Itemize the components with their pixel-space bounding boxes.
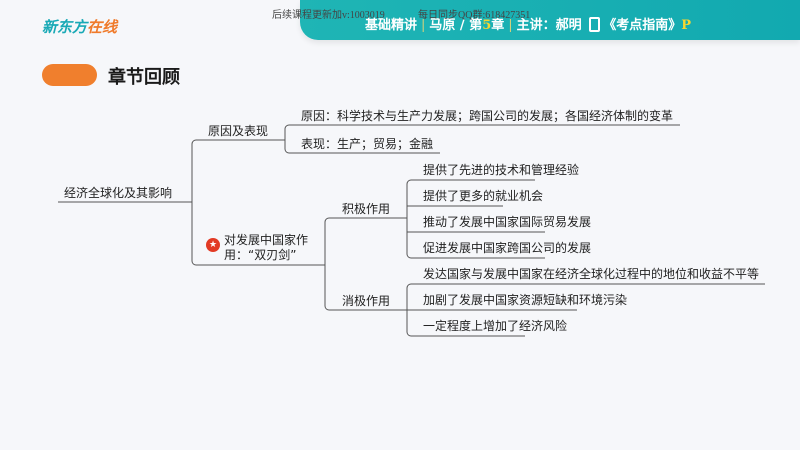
positive-item: 提供了先进的技术和管理经验 <box>423 163 580 177</box>
book-suffix: P <box>681 18 692 33</box>
node-positive: 积极作用 <box>342 202 391 216</box>
node-double-edged-line2: 用：“双刃剑” <box>224 248 297 262</box>
node-double-edged-line1: 对发展中国家作 <box>224 233 309 247</box>
book-title: 《考点指南》 <box>603 18 682 33</box>
positive-item: 促进发展中国家跨国公司的发展 <box>423 241 592 255</box>
positive-item: 推动了发展中国家国际贸易发展 <box>423 215 592 229</box>
node-cause-detail: 原因：科学技术与生产力发展；跨国公司的发展；各国经济体制的变革 <box>301 109 674 123</box>
node-manifestation: 表现：生产；贸易；金融 <box>301 137 434 151</box>
negative-item: 一定程度上增加了经济风险 <box>423 319 568 333</box>
negative-item: 发达国家与发展中国家在经济全球化过程中的地位和收益不平等 <box>423 267 760 281</box>
mindmap-connectors <box>58 124 765 337</box>
star-icon: ★ <box>206 238 220 252</box>
watermark-left: 后续课程更新加v:1003019 <box>272 10 385 21</box>
watermark-right: 每日同步QQ群:618427351 <box>418 10 531 21</box>
node-negative: 消极作用 <box>342 294 391 308</box>
negative-item: 加剧了发展中国家资源短缺和环境污染 <box>423 293 628 307</box>
book-icon <box>589 17 601 32</box>
positive-item: 提供了更多的就业机会 <box>423 189 544 203</box>
node-causes: 原因及表现 <box>208 124 269 138</box>
root-node: 经济全球化及其影响 <box>64 186 173 200</box>
